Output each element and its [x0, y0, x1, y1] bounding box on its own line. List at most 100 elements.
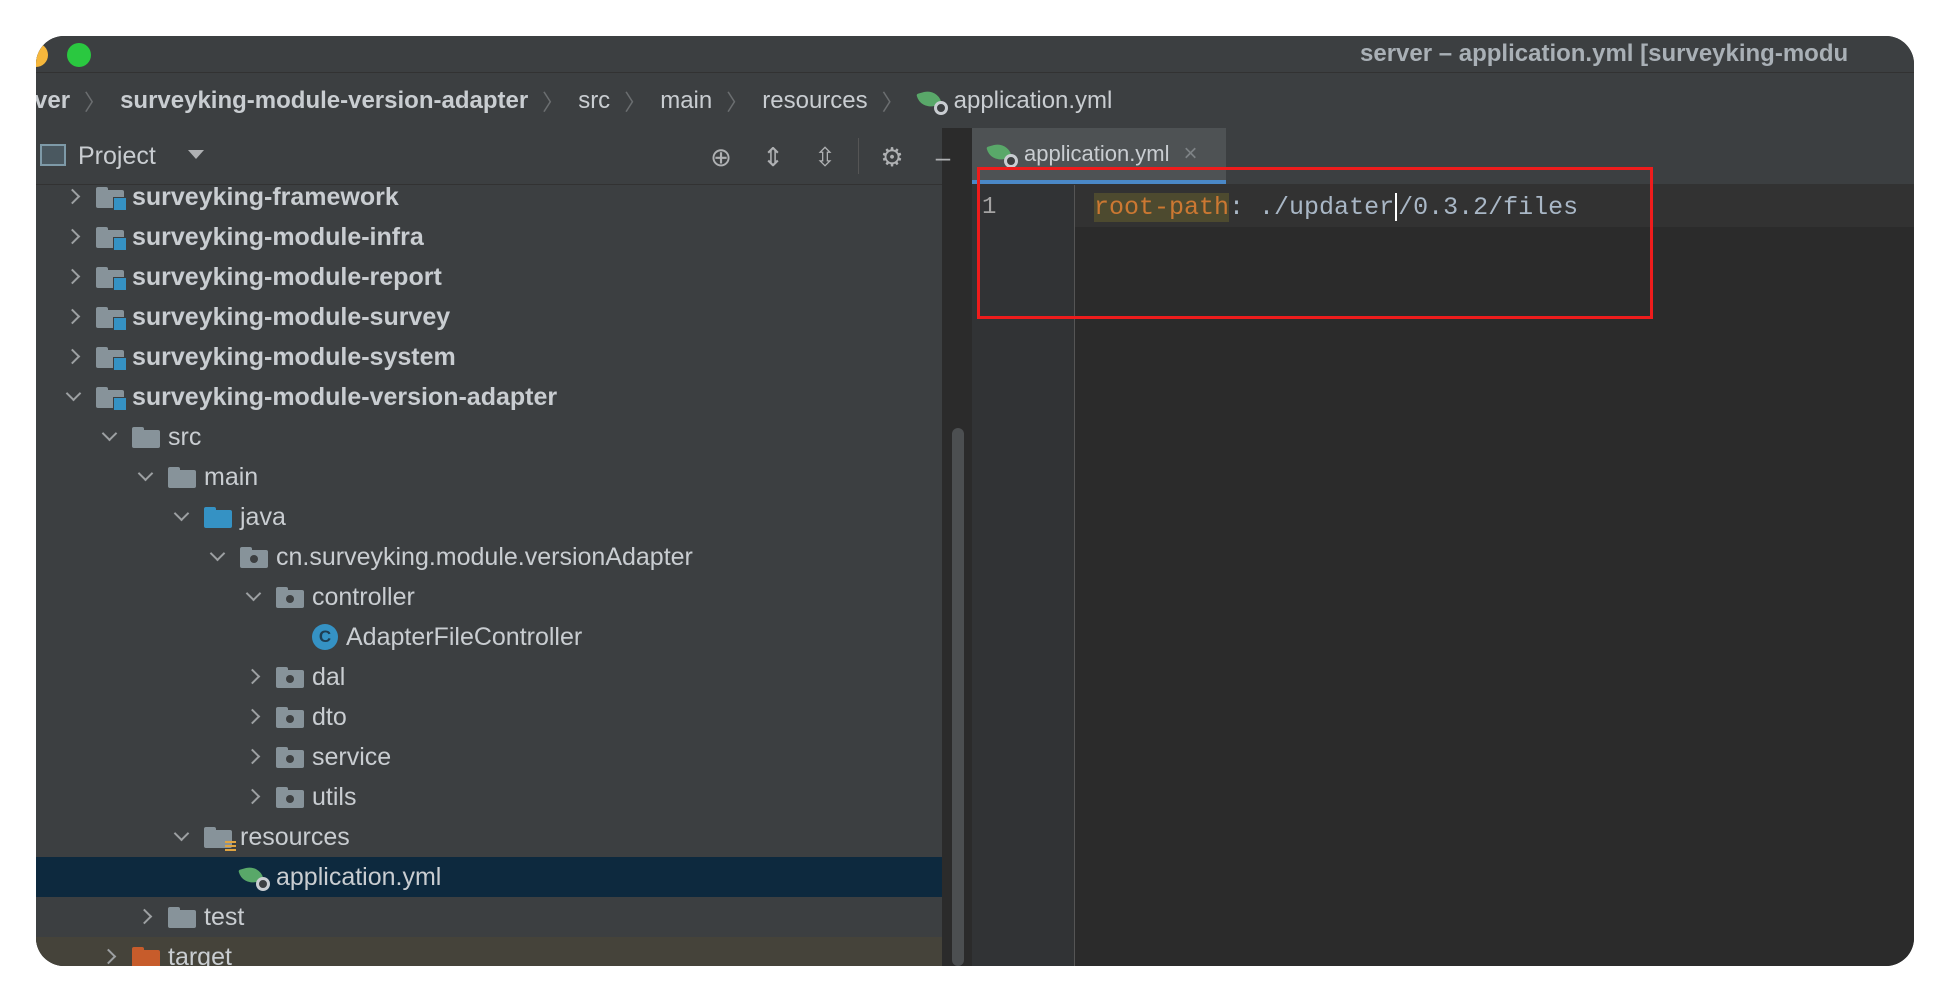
editor-tab-label: application.yml	[1024, 141, 1170, 166]
chevron-down-icon[interactable]	[172, 508, 190, 526]
tree-item-surveyking-module-system[interactable]: surveyking-module-system	[36, 337, 942, 377]
tree-item-package-root[interactable]: cn.surveyking.module.versionAdapter	[36, 537, 942, 577]
tree-item-label: dal	[312, 662, 346, 691]
tree-item-label: surveyking-module-survey	[132, 302, 451, 331]
package-icon	[276, 706, 304, 728]
locate-file-icon[interactable]: ⊕	[706, 142, 736, 172]
tree-item-label: surveyking-module-version-adapter	[132, 382, 558, 411]
tree-item-label: AdapterFileController	[346, 622, 583, 651]
module-folder-icon	[96, 266, 127, 291]
chevron-down-icon[interactable]	[208, 548, 226, 566]
tree-item-application-yml[interactable]: application.yml	[36, 857, 942, 897]
close-icon[interactable]: ×	[1184, 140, 1198, 168]
folder-icon	[168, 466, 196, 488]
tree-item-java[interactable]: java	[36, 497, 942, 537]
chevron-right-icon[interactable]	[100, 948, 118, 966]
chevron-right-icon[interactable]	[136, 908, 154, 926]
tree-item-src[interactable]: src	[36, 417, 942, 457]
tree-item-controller[interactable]: controller	[36, 577, 942, 617]
breadcrumb-separator-icon: 〉	[624, 89, 647, 115]
chevron-right-icon[interactable]	[244, 748, 262, 766]
breadcrumb-separator-icon: 〉	[881, 89, 904, 115]
module-folder-icon	[96, 186, 127, 211]
spring-yml-icon	[238, 863, 270, 891]
breadcrumb-item-src[interactable]: src	[578, 87, 610, 115]
breadcrumb-item-main[interactable]: main	[660, 87, 712, 115]
chevron-down-icon[interactable]	[188, 150, 204, 159]
tree-item-label: dto	[312, 702, 347, 731]
chevron-right-icon[interactable]	[64, 228, 82, 246]
project-window-icon	[40, 144, 66, 166]
breadcrumb: ver 〉 surveyking-module-version-adapter …	[36, 72, 1914, 129]
tree-item-surveyking-module-survey[interactable]: surveyking-module-survey	[36, 297, 942, 337]
project-panel-header: Project ⊕ ⇕ ⇳ ⚙ –	[36, 128, 950, 185]
ide-window: server – application.yml [surveyking-mod…	[36, 36, 1914, 966]
chevron-down-icon[interactable]	[244, 588, 262, 606]
tree-item-surveyking-module-version-adapter[interactable]: surveyking-module-version-adapter	[36, 377, 942, 417]
tree-item-target[interactable]: target	[36, 937, 942, 966]
annotation-highlight-box	[977, 167, 1653, 319]
minimize-button[interactable]	[36, 43, 48, 67]
chevron-right-icon[interactable]	[244, 668, 262, 686]
chevron-down-icon[interactable]	[172, 828, 190, 846]
chevron-right-icon[interactable]	[64, 348, 82, 366]
class-icon: C	[312, 624, 338, 650]
tree-item-adapter-file-controller[interactable]: C AdapterFileController	[36, 617, 942, 657]
tree-item-label: surveyking-module-report	[132, 262, 442, 291]
tree-item-label: test	[204, 902, 245, 931]
chevron-down-icon[interactable]	[64, 388, 82, 406]
tree-item-dto[interactable]: dto	[36, 697, 942, 737]
window-title: server – application.yml [surveyking-mod…	[1360, 40, 1849, 67]
resources-folder-icon	[204, 826, 236, 852]
tree-item-label: cn.surveyking.module.versionAdapter	[276, 542, 693, 571]
tree-item-label: controller	[312, 582, 415, 611]
breadcrumb-item-file[interactable]: application.yml	[954, 87, 1113, 115]
title-bar: server – application.yml [surveyking-mod…	[36, 36, 1914, 72]
chevron-right-icon[interactable]	[244, 708, 262, 726]
gear-icon[interactable]: ⚙	[877, 142, 907, 172]
chevron-right-icon[interactable]	[244, 788, 262, 806]
tree-item-label: surveyking-module-system	[132, 342, 456, 371]
tree-item-label: surveyking-framework	[132, 185, 399, 211]
project-view-selector[interactable]: Project	[78, 142, 156, 171]
tree-item-surveyking-module-report[interactable]: surveyking-module-report	[36, 257, 942, 297]
expand-all-icon[interactable]: ⇕	[758, 142, 788, 172]
breadcrumb-item-server[interactable]: ver	[36, 87, 70, 115]
package-icon	[276, 666, 304, 688]
tree-item-test[interactable]: test	[36, 897, 942, 937]
spring-yml-icon	[915, 87, 948, 115]
source-folder-icon	[204, 506, 232, 528]
chevron-right-icon[interactable]	[64, 308, 82, 326]
tree-item-resources[interactable]: resources	[36, 817, 942, 857]
tree-item-utils[interactable]: utils	[36, 777, 942, 817]
tree-item-dal[interactable]: dal	[36, 657, 942, 697]
collapse-all-icon[interactable]: ⇳	[810, 142, 840, 172]
package-icon	[276, 746, 304, 768]
tree-item-label: surveyking-module-infra	[132, 222, 424, 251]
tree-item-label: service	[312, 742, 392, 771]
tree-item-service[interactable]: service	[36, 737, 942, 777]
breadcrumb-item-resources[interactable]: resources	[762, 87, 867, 115]
zoom-button[interactable]	[67, 43, 91, 67]
breadcrumb-item-module[interactable]: surveyking-module-version-adapter	[120, 87, 528, 115]
hide-panel-icon[interactable]: –	[928, 142, 958, 172]
tree-item-main[interactable]: main	[36, 457, 942, 497]
chevron-down-icon[interactable]	[136, 468, 154, 486]
project-tree: surveyking-framework surveyking-module-i…	[36, 185, 942, 966]
package-icon	[240, 546, 268, 568]
chevron-right-icon[interactable]	[64, 268, 82, 286]
chevron-down-icon[interactable]	[100, 428, 118, 446]
module-folder-icon	[96, 386, 127, 411]
project-scrollbar[interactable]	[952, 428, 964, 966]
package-icon	[276, 586, 304, 608]
spring-yml-icon	[986, 140, 1018, 168]
folder-icon	[168, 906, 196, 928]
breadcrumb-separator-icon: 〉	[726, 89, 749, 115]
tree-item-surveyking-module-infra[interactable]: surveyking-module-infra	[36, 217, 942, 257]
excluded-folder-icon	[132, 946, 160, 966]
tree-item-label: resources	[240, 822, 350, 851]
tree-item-surveyking-framework[interactable]: surveyking-framework	[36, 185, 942, 217]
breadcrumb-separator-icon: 〉	[542, 89, 565, 115]
tree-item-label: java	[240, 502, 286, 531]
chevron-right-icon[interactable]	[64, 188, 82, 206]
